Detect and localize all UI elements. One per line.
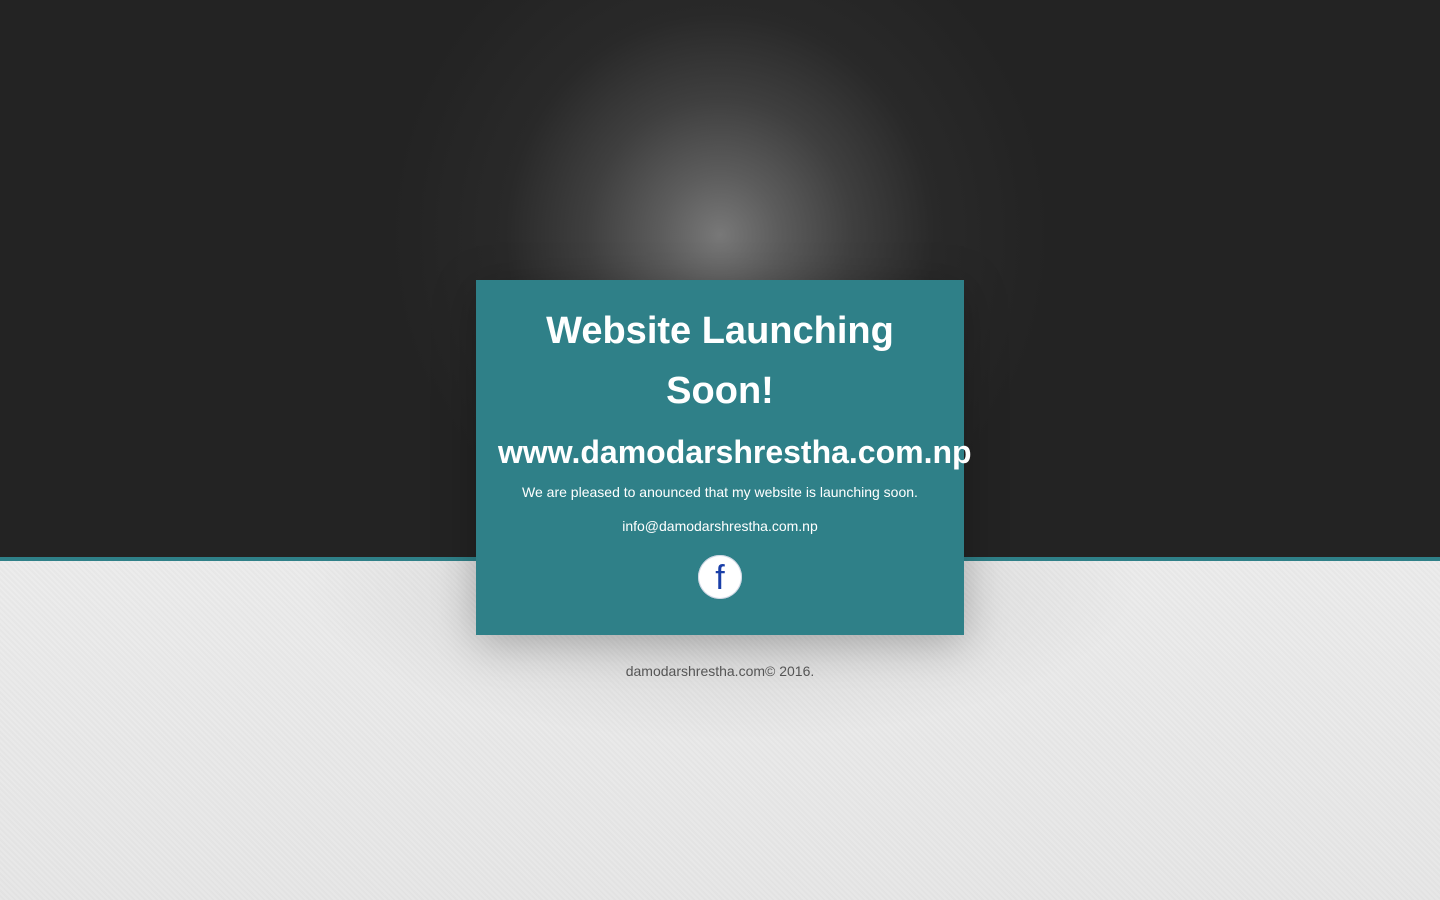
website-domain: www.damodarshrestha.com.np: [498, 434, 972, 470]
facebook-link[interactable]: f: [698, 555, 742, 599]
card-title: Website Launching Soon!: [546, 310, 894, 412]
card-title-wrapper: Website Launching Soon!: [476, 301, 964, 421]
launch-message: We are pleased to anounced that my websi…: [522, 484, 918, 500]
footer-copyright: damodarshrestha.com© 2016.: [625, 663, 815, 679]
facebook-icon: f: [715, 559, 725, 597]
page: Website Launching Soon! www.damodarshres…: [0, 0, 1440, 900]
email-link[interactable]: info@damodarshrestha.com.np: [476, 517, 964, 535]
